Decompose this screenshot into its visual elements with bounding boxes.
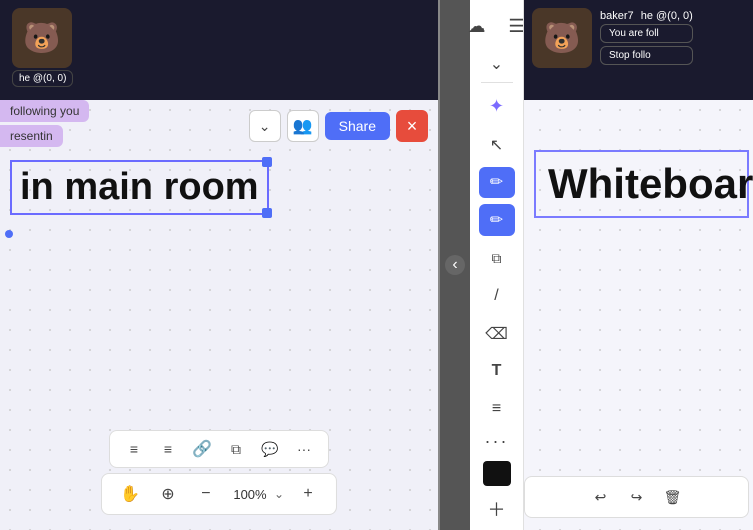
add-color-btn[interactable]: ＋ (488, 496, 506, 522)
right-bottom-toolbar: ↩ ↪ 🗑 (524, 476, 749, 518)
zoom-in-btn[interactable]: + (294, 480, 322, 508)
text-btn[interactable]: T (479, 356, 515, 388)
trash-btn[interactable]: 🗑 (659, 483, 687, 511)
sidebar-divider-1 (481, 82, 513, 83)
right-notif-stop[interactable]: Stop follo (600, 46, 693, 65)
edit-bar: ≡ ≡ 🔗 ⧉ 💬 ··· (109, 430, 329, 468)
main-text-block: in main room (10, 160, 269, 215)
zoom-value: 100% (230, 487, 270, 502)
chevron-more-btn[interactable]: ⌄ (479, 54, 515, 74)
slash-btn[interactable]: / (479, 280, 515, 312)
pen-active-btn[interactable]: ✏ (479, 167, 515, 199)
people-btn[interactable]: 👥 (287, 110, 319, 142)
sparkle-btn[interactable]: ✦ (479, 91, 515, 123)
link-btn[interactable]: 🔗 (190, 437, 214, 461)
undo-btn[interactable]: ↩ (587, 483, 615, 511)
sidebar-top-controls: ☁ ☰ (459, 8, 535, 44)
share-button[interactable]: Share (325, 112, 390, 140)
comment-btn[interactable]: 💬 (258, 437, 282, 461)
main-text-content: in main room (20, 166, 259, 209)
left-avatar-container: 🐻 baker7 he @(0, 0) (12, 8, 72, 82)
left-toolbar-top: ⌄ 👥 Share × (249, 110, 428, 142)
sidebar-more-btn[interactable]: ··· (479, 431, 515, 451)
resize-handle-br[interactable] (262, 208, 272, 218)
right-header: 🐻 baker7 he @(0, 0) You are foll Stop fo… (524, 0, 753, 100)
map-btn[interactable]: ⊕ (154, 480, 182, 508)
right-avatar-label: baker7 he @(0, 0) (600, 10, 693, 22)
align-left-btn[interactable]: ≡ (122, 437, 146, 461)
eraser-btn[interactable]: ⌫ (479, 318, 515, 350)
right-header-info: baker7 he @(0, 0) You are foll Stop foll… (600, 8, 693, 65)
copy2-btn[interactable]: ⧉ (479, 242, 515, 274)
pen2-btn[interactable]: ✏ (479, 204, 515, 236)
bottom-edit-bar: ≡ ≡ 🔗 ⧉ 💬 ··· (0, 430, 438, 468)
right-avatar: 🐻 (532, 8, 592, 68)
redo-btn[interactable]: ↪ (623, 483, 651, 511)
following-banner: following you (0, 100, 89, 122)
color-swatch-black[interactable] (483, 461, 511, 486)
chevron-down-btn[interactable]: ⌄ (249, 110, 281, 142)
copy-btn[interactable]: ⧉ (224, 437, 248, 461)
cloud-btn[interactable]: ☁ (459, 8, 495, 44)
whiteboard-text: Whiteboard (548, 160, 735, 208)
zoom-chevron[interactable]: ⌄ (274, 487, 284, 501)
close-button[interactable]: × (396, 110, 428, 142)
left-avatar: 🐻 (12, 8, 72, 68)
lines-btn[interactable]: ≡ (479, 393, 515, 425)
right-notif-following: You are foll (600, 24, 693, 43)
cursor-btn[interactable]: ↖ (479, 129, 515, 161)
zoom-out-btn[interactable]: − (192, 480, 220, 508)
left-bottom-toolbar: ✋ ⊕ − 100% ⌄ + (101, 473, 337, 515)
right-panel: ☁ ☰ ⌄ ✦ ↖ ✏ ✏ ⧉ / ⌫ T (470, 0, 753, 530)
list-btn[interactable]: ≡ (156, 437, 180, 461)
right-sidebar: ☁ ☰ ⌄ ✦ ↖ ✏ ✏ ⧉ / ⌫ T (470, 0, 524, 530)
zoom-control: 100% ⌄ (230, 487, 284, 502)
hand-tool-btn[interactable]: ✋ (116, 480, 144, 508)
resize-handle-tr[interactable] (262, 157, 272, 167)
whiteboard-text-block: Whiteboard (534, 150, 749, 218)
collapse-arrow[interactable]: ‹ (445, 255, 465, 275)
dot-indicator (5, 230, 13, 238)
left-notification-bubble: he @(0, 0) (12, 70, 73, 87)
presenting-banner: resentin (0, 125, 63, 147)
menu-btn[interactable]: ☰ (499, 8, 535, 44)
panel-divider: ‹ (440, 0, 470, 530)
more-options-btn[interactable]: ··· (292, 437, 316, 461)
left-panel: 🐻 baker7 he @(0, 0) following you resent… (0, 0, 440, 530)
left-header: 🐻 baker7 he @(0, 0) (0, 0, 438, 100)
